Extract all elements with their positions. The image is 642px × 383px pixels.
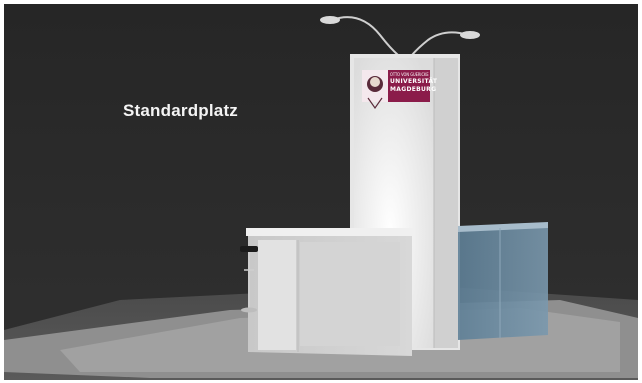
logo-text-small: OTTO VON GUERICKE: [390, 72, 429, 77]
stand-type-heading: Standardplatz: [123, 101, 239, 120]
spotlight-right: [460, 31, 480, 39]
glass-display-case: [458, 226, 548, 340]
spotlight-left: [320, 16, 340, 24]
booth-scene: Standardplatz OTTO VON GUERICKE UNIVERSI…: [0, 0, 642, 383]
logo-text-line1: UNIVERSITÄT: [390, 78, 438, 85]
booth-render: [0, 0, 642, 383]
logo-text-line2: MAGDEBURG: [390, 86, 437, 93]
bar-stool: [240, 246, 258, 252]
